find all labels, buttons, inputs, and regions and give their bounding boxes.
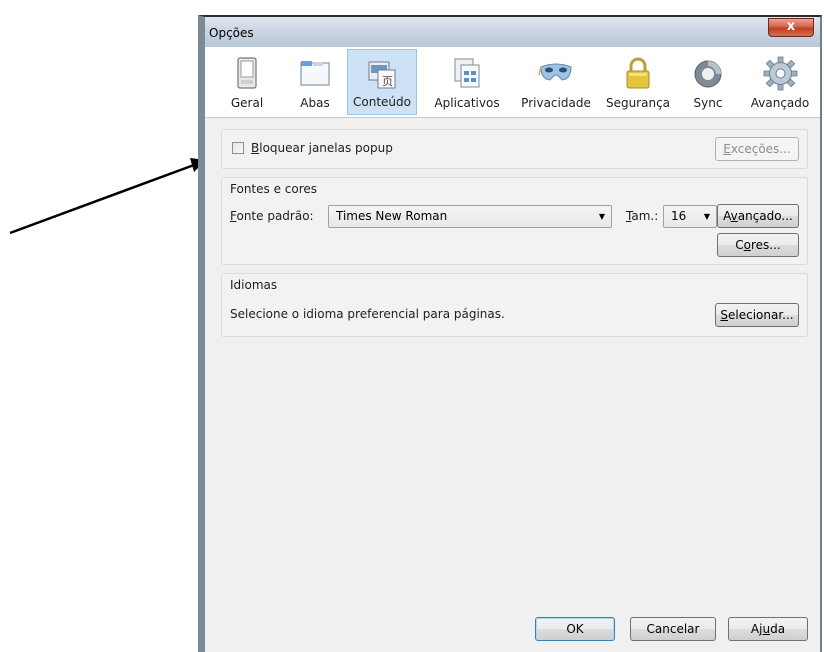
button-text: da xyxy=(770,622,786,636)
applications-icon xyxy=(454,58,480,88)
access-key: B xyxy=(251,141,260,155)
general-icon xyxy=(237,57,257,89)
privacy-mask-icon xyxy=(538,63,572,81)
exceptions-button[interactable]: Exceções... xyxy=(715,137,799,161)
help-button[interactable]: Ajuda xyxy=(728,617,808,641)
tab-geral[interactable]: Geral xyxy=(223,49,271,115)
tab-label: Avançado xyxy=(750,96,810,110)
label-text: loquear janelas popup xyxy=(259,141,393,155)
button-text: C xyxy=(735,238,744,252)
languages-group: Idiomas Selecione o idioma preferencial … xyxy=(221,273,808,337)
window-title: Opções xyxy=(209,26,254,40)
fonts-colors-group: Fontes e cores Fonte padrão: Times New R… xyxy=(221,177,808,265)
button-text: Aj xyxy=(750,622,763,636)
tab-label: Segurança xyxy=(605,96,671,110)
access-key: E xyxy=(723,142,731,156)
languages-caption: Idiomas xyxy=(230,278,278,292)
default-font-label: Fonte padrão: xyxy=(230,209,314,223)
access-key: o xyxy=(743,238,751,252)
label-text: onte padrão: xyxy=(236,209,314,223)
button-text: OK xyxy=(566,622,584,636)
tab-seguranca[interactable]: Segurança xyxy=(601,49,675,115)
default-font-select[interactable]: Times New Roman ▼ xyxy=(328,205,612,228)
tab-label: Conteúdo xyxy=(353,95,411,109)
block-popups-checkbox[interactable] xyxy=(232,142,244,154)
font-size-label: Tam.: xyxy=(626,209,658,223)
ok-button[interactable]: OK xyxy=(535,617,615,641)
content-icon: 页 xyxy=(368,61,396,89)
button-text: ançado... xyxy=(737,209,793,223)
tab-label: Aplicativos xyxy=(434,96,500,110)
category-toolbar: Geral Abas 页 Conteúdo Aplicativos Privac… xyxy=(205,47,820,118)
block-popups-label[interactable]: Bloquear janelas popup xyxy=(251,141,393,155)
svg-text:页: 页 xyxy=(382,75,393,88)
access-key: S xyxy=(720,308,728,322)
languages-description: Selecione o idioma preferencial para pág… xyxy=(230,307,505,321)
tab-label: Sync xyxy=(693,96,723,110)
fonts-colors-caption: Fontes e cores xyxy=(230,182,318,196)
button-text: xceções... xyxy=(730,142,791,156)
dropdown-arrow-icon: ▼ xyxy=(598,212,605,221)
button-text: A xyxy=(723,209,731,223)
tab-label: Privacidade xyxy=(521,96,591,110)
tab-label: Geral xyxy=(230,96,264,110)
tab-privacidade[interactable]: Privacidade xyxy=(515,49,597,115)
sync-icon xyxy=(694,60,722,88)
options-dialog: Opções x Geral Abas 页 Conteúdo Aplicativ… xyxy=(198,15,822,652)
tab-avancado[interactable]: Avançado xyxy=(743,49,817,115)
title-bar[interactable]: Opções x xyxy=(205,17,820,47)
cancel-button[interactable]: Cancelar xyxy=(630,617,716,641)
advanced-gear-icon xyxy=(763,56,798,91)
tab-aplicativos[interactable]: Aplicativos xyxy=(427,49,507,115)
access-key: v xyxy=(730,209,738,223)
close-icon: x xyxy=(786,19,796,34)
security-lock-icon xyxy=(626,57,650,89)
tab-sync[interactable]: Sync xyxy=(685,49,731,115)
button-text: res... xyxy=(750,238,781,252)
font-size-select[interactable]: 16 ▼ xyxy=(663,205,717,228)
select-languages-button[interactable]: Selecionar... xyxy=(715,303,799,327)
close-button[interactable]: x xyxy=(768,18,814,37)
button-text: elecionar... xyxy=(728,308,794,322)
access-key: u xyxy=(762,622,771,636)
select-value: 16 xyxy=(671,209,687,223)
label-text: am.: xyxy=(631,209,659,223)
colors-button[interactable]: Cores... xyxy=(717,233,799,257)
tabs-icon xyxy=(300,61,330,86)
tab-label: Abas xyxy=(300,96,330,110)
tab-conteudo[interactable]: 页 Conteúdo xyxy=(347,49,417,115)
tab-abas[interactable]: Abas xyxy=(293,49,337,115)
dropdown-arrow-icon: ▼ xyxy=(703,212,710,221)
button-text: Cancelar xyxy=(646,622,700,636)
popup-group: Bloquear janelas popup Exceções... xyxy=(221,129,808,169)
select-value: Times New Roman xyxy=(336,209,448,223)
fonts-advanced-button[interactable]: Avançado... xyxy=(717,204,799,228)
